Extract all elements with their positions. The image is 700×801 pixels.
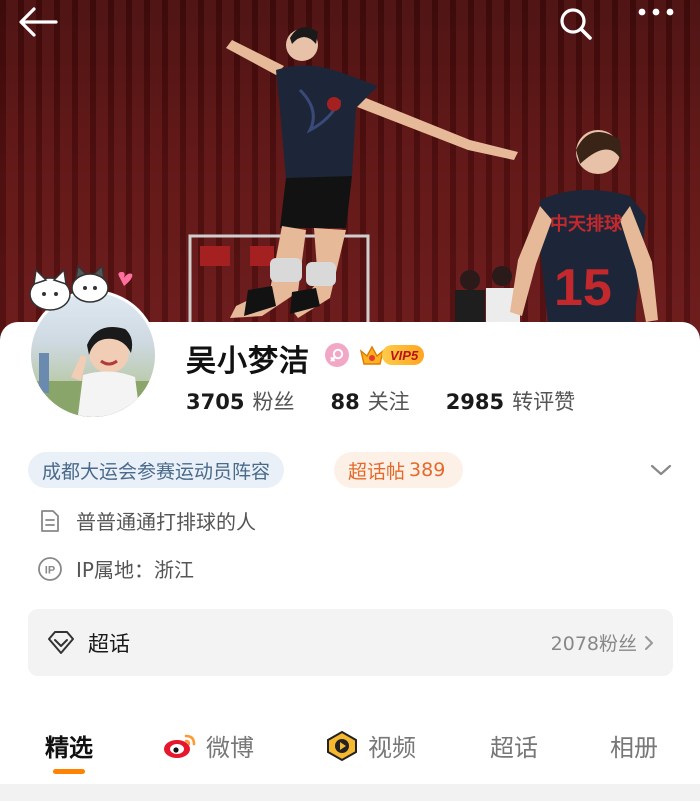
back-button[interactable]	[18, 6, 62, 46]
tab-label: 超话	[490, 734, 538, 762]
search-button[interactable]	[558, 6, 602, 46]
stat-label: 转评赞	[512, 390, 576, 414]
chevron-right-icon	[645, 635, 653, 650]
super-topic-bar[interactable]: 超话 2078粉丝	[28, 609, 673, 676]
video-icon	[324, 730, 360, 762]
chevron-down-icon	[650, 464, 672, 476]
ip-location-text: IP属地：浙江	[76, 558, 194, 582]
active-tab-indicator	[53, 769, 85, 774]
tab-label: 视频	[368, 734, 416, 762]
more-dots-icon	[638, 8, 674, 16]
tab-video[interactable]: 视频	[324, 728, 416, 763]
gender-badge	[325, 343, 349, 367]
expand-button[interactable]	[646, 456, 676, 484]
super-topic-fans: 2078粉丝	[551, 629, 655, 656]
jersey-text: 中天排球	[550, 213, 623, 235]
stat-number: 3705	[186, 390, 245, 414]
super-topic-fans-count: 2078粉丝	[550, 633, 637, 655]
stat-number: 88	[330, 390, 360, 414]
tab-weibo[interactable]: 微博	[162, 728, 254, 763]
jersey-number: 15	[554, 259, 612, 317]
tab-label: 相册	[610, 734, 658, 762]
topic-tag-count: 389	[409, 459, 446, 481]
stat-label: 关注	[367, 390, 410, 414]
super-topic-label: 超话	[88, 631, 130, 656]
more-button[interactable]	[636, 6, 680, 46]
tab-album[interactable]: 相册	[610, 728, 658, 763]
diamond-icon	[48, 630, 74, 654]
stat-followers[interactable]: 3705 粉丝	[186, 386, 294, 416]
svg-text:IP: IP	[45, 564, 55, 576]
stat-likes[interactable]: 2985 转评赞	[446, 386, 575, 416]
event-tag[interactable]: 成都大运会参赛运动员阵容	[28, 452, 285, 488]
bio-row: 普普通通打排球的人	[36, 506, 256, 535]
bio-text: 普普通通打排球的人	[76, 510, 256, 534]
profile-stats: 3705 粉丝 88 关注 2985 转评赞	[186, 386, 611, 416]
content-divider	[0, 784, 700, 801]
tab-label: 精选	[45, 734, 93, 762]
tab-label: 微博	[206, 734, 254, 762]
stat-number: 2985	[445, 390, 505, 414]
stat-label: 粉丝	[252, 390, 295, 414]
avatar-wrap[interactable]	[28, 264, 160, 422]
vip-badge[interactable]: VIP5	[358, 340, 430, 370]
weibo-icon	[162, 732, 198, 760]
profile-name: 吴小梦洁	[186, 344, 310, 379]
female-icon	[330, 348, 344, 362]
profile-tabs: 精选 微博 视频 超话 相册	[0, 718, 700, 778]
ip-row: IP IP属地：浙江	[36, 554, 194, 583]
avatar-pendant-cats-icon	[29, 264, 133, 311]
tab-featured[interactable]: 精选	[45, 728, 93, 763]
search-icon	[560, 8, 592, 40]
back-arrow-icon	[19, 7, 58, 37]
ip-location-icon: IP	[36, 555, 64, 583]
topic-tag-label: 超话帖	[348, 460, 406, 483]
tab-super-topic[interactable]: 超话	[490, 728, 538, 763]
stat-following[interactable]: 88 关注	[330, 386, 409, 416]
vip-level-label: VIP5	[382, 345, 425, 365]
super-topic-posts-tag[interactable]: 超话帖 389	[334, 452, 464, 488]
document-icon	[36, 507, 64, 535]
